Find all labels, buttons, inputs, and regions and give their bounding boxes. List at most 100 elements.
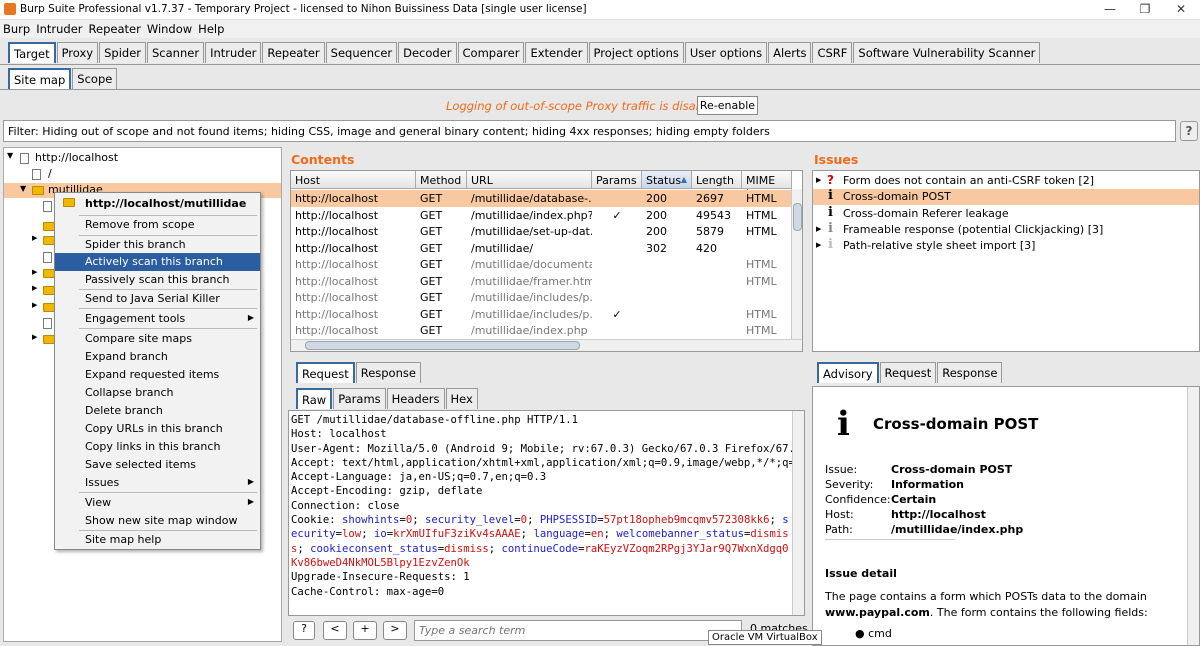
tab-software-vulnerability-scanner[interactable]: Software Vulnerability Scanner: [853, 42, 1041, 63]
menu-passively-scan-branch[interactable]: Passively scan this branch: [55, 271, 260, 289]
table-row[interactable]: http://localhost GET/mutillidae/index.php…: [291, 207, 791, 224]
tab-spider[interactable]: Spider: [99, 42, 146, 63]
tab-advisory[interactable]: Advisory: [817, 362, 879, 383]
tab-intruder[interactable]: Intruder: [205, 42, 262, 63]
column-header-method[interactable]: Method: [416, 171, 467, 189]
menu-copy-urls[interactable]: Copy URLs in this branch: [55, 420, 260, 438]
scroll-thumb[interactable]: [793, 203, 802, 231]
column-header-length[interactable]: Length: [692, 171, 742, 189]
issue-item[interactable]: i Cross-domain Referer leakage: [813, 205, 1199, 222]
column-header-host[interactable]: Host: [291, 171, 416, 189]
table-row[interactable]: http://localhost GET/mutillidae/302 420: [291, 240, 791, 257]
tab-params[interactable]: Params: [333, 388, 386, 409]
tab-extender[interactable]: Extender: [525, 42, 588, 63]
search-next-button[interactable]: >: [383, 621, 407, 640]
table-row[interactable]: http://localhost GET/mutillidae/framer.ht…: [291, 273, 791, 290]
tab-repeater[interactable]: Repeater: [262, 42, 325, 63]
tab-scope[interactable]: Scope: [72, 68, 118, 89]
tab-response[interactable]: Response: [355, 362, 421, 383]
re-enable-button[interactable]: Re-enable: [697, 96, 758, 115]
table-row[interactable]: http://localhost GET/mutillidae/set-up-da…: [291, 223, 791, 240]
tab-target[interactable]: Target: [8, 42, 56, 63]
menu-delete-branch[interactable]: Delete branch: [55, 402, 260, 420]
tab-hex[interactable]: Hex: [445, 388, 478, 409]
vertical-scrollbar[interactable]: [791, 189, 802, 339]
vertical-scrollbar[interactable]: [1187, 387, 1199, 645]
close-button[interactable]: ✕: [1166, 2, 1196, 18]
tab-advisory-response[interactable]: Response: [937, 362, 1003, 383]
tab-request[interactable]: Request: [296, 362, 355, 383]
expand-icon[interactable]: ▶: [32, 284, 37, 292]
tree-root[interactable]: ▼ http://localhost: [4, 151, 281, 166]
table-row[interactable]: http://localhost GET/mutillidae/documenta…: [291, 256, 791, 273]
tab-comparer[interactable]: Comparer: [457, 42, 525, 63]
expand-icon[interactable]: ▶: [816, 176, 821, 184]
menu-collapse-branch[interactable]: Collapse branch: [55, 384, 260, 402]
minimize-button[interactable]: —: [1095, 2, 1125, 18]
expand-icon[interactable]: ▶: [32, 333, 37, 341]
menu-actively-scan-branch[interactable]: Actively scan this branch: [55, 253, 260, 271]
menu-remove-from-scope[interactable]: Remove from scope: [55, 216, 260, 234]
table-row[interactable]: http://localhost GET/mutillidae/index.php…: [291, 322, 791, 339]
column-header-params[interactable]: Params: [592, 171, 642, 189]
help-icon[interactable]: ?: [1180, 121, 1198, 141]
tab-csrf[interactable]: CSRF: [812, 42, 853, 63]
column-header-status[interactable]: Status ▲: [642, 171, 692, 189]
issue-item[interactable]: ▶ i Frameable response (potential Clickjac…: [813, 221, 1199, 238]
column-header-mime-type[interactable]: MIME typ: [742, 171, 792, 200]
filter-bar[interactable]: Filter: Hiding out of scope and not foun…: [3, 120, 1176, 142]
tab-user-options[interactable]: User options: [684, 42, 768, 63]
collapse-icon[interactable]: ▼: [20, 184, 26, 193]
table-row[interactable]: http://localhost GET/mutillidae/database-…: [291, 190, 791, 207]
collapse-icon[interactable]: ▼: [7, 151, 13, 160]
raw-request-editor[interactable]: GET /mutillidae/database-offline.php HTT…: [288, 410, 805, 616]
expand-icon[interactable]: ▶: [32, 301, 37, 309]
tab-raw[interactable]: Raw: [296, 388, 333, 409]
menu-engagement-tools[interactable]: Engagement tools ▶: [55, 310, 260, 328]
tab-alerts[interactable]: Alerts: [768, 42, 812, 63]
menu-expand-branch[interactable]: Expand branch: [55, 348, 260, 366]
tab-advisory-request[interactable]: Request: [879, 362, 937, 383]
expand-icon[interactable]: ▶: [816, 241, 821, 249]
search-options-button[interactable]: +: [353, 621, 377, 640]
menu-spider-branch[interactable]: Spider this branch: [55, 236, 260, 254]
tab-headers[interactable]: Headers: [386, 388, 445, 409]
issues-list[interactable]: ▶? Form does not contain an anti-CSRF tok…: [812, 170, 1200, 352]
menu-burp[interactable]: Burp: [0, 20, 33, 38]
horizontal-scrollbar[interactable]: [291, 339, 802, 351]
menu-save-selected-items[interactable]: Save selected items: [55, 456, 260, 474]
menu-repeater[interactable]: Repeater: [86, 20, 144, 38]
tab-proxy[interactable]: Proxy: [56, 42, 99, 63]
issue-item[interactable]: ▶ i Path-relative style sheet import [3]: [813, 237, 1199, 254]
tab-decoder[interactable]: Decoder: [398, 42, 457, 63]
menu-expand-requested-items[interactable]: Expand requested items: [55, 366, 260, 384]
menu-intruder[interactable]: Intruder: [33, 20, 85, 38]
column-header-url[interactable]: URL: [467, 171, 592, 189]
menu-site-map-help[interactable]: Site map help: [55, 531, 260, 549]
scroll-thumb[interactable]: [305, 341, 580, 350]
menu-show-new-site-map-window[interactable]: Show new site map window: [55, 512, 260, 530]
search-input[interactable]: [414, 620, 742, 641]
vertical-scrollbar[interactable]: [792, 411, 804, 615]
contents-table[interactable]: Host Method URL Params Status ▲ Length MI…: [290, 170, 803, 352]
tab-project-options[interactable]: Project options: [588, 42, 684, 63]
table-row[interactable]: http://localhost GET/mutillidae/includes/…: [291, 289, 791, 306]
expand-icon[interactable]: ▶: [32, 234, 37, 242]
maximize-button[interactable]: ❐: [1130, 2, 1160, 18]
menu-view[interactable]: View ▶: [55, 494, 260, 512]
issue-item-selected[interactable]: i Cross-domain POST: [813, 188, 1199, 205]
menu-send-to-java-serial-killer[interactable]: Send to Java Serial Killer: [55, 290, 260, 308]
issue-item[interactable]: ▶? Form does not contain an anti-CSRF tok…: [813, 173, 1199, 189]
tree-item[interactable]: /: [4, 167, 281, 182]
tab-sequencer[interactable]: Sequencer: [325, 42, 398, 63]
tab-site-map[interactable]: Site map: [8, 68, 72, 89]
menu-copy-links[interactable]: Copy links in this branch: [55, 438, 260, 456]
expand-icon[interactable]: ▶: [32, 268, 37, 276]
expand-icon[interactable]: ▶: [816, 225, 821, 233]
tab-scanner[interactable]: Scanner: [147, 42, 205, 63]
menu-issues[interactable]: Issues ▶: [55, 474, 260, 492]
menu-help[interactable]: Help: [195, 20, 227, 38]
menu-compare-site-maps[interactable]: Compare site maps: [55, 330, 260, 348]
search-help-button[interactable]: ?: [293, 621, 315, 640]
menu-window[interactable]: Window: [144, 20, 195, 38]
